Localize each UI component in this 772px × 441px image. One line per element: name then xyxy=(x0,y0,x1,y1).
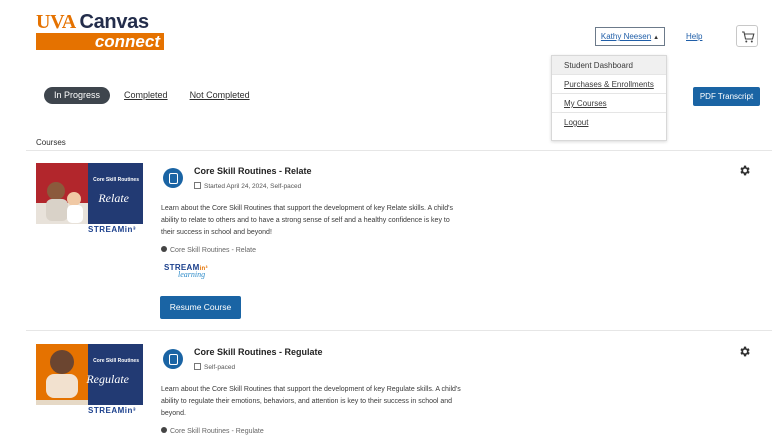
tab-not-completed[interactable]: Not Completed xyxy=(190,90,250,100)
logo-wordmark: UVA Canvas xyxy=(36,12,166,32)
menu-item-student-dashboard[interactable]: Student Dashboard xyxy=(552,56,666,75)
menu-item-my-courses[interactable]: My Courses xyxy=(552,94,666,113)
section-label: Courses xyxy=(36,138,66,147)
resume-course-button[interactable]: Resume Course xyxy=(160,296,241,319)
menu-item-logout[interactable]: Logout xyxy=(552,113,666,132)
course-filter-tabs: In Progress Completed Not Completed xyxy=(44,86,250,104)
course-description: Learn about the Core Skill Routines that… xyxy=(161,205,454,236)
thumbnail-stream: STREAMin³ xyxy=(88,406,137,415)
course-meta-text: Self-paced xyxy=(204,364,236,371)
caret-up-icon: ▲ xyxy=(653,35,660,41)
course-meta-text: Started April 24, 2024, Self-paced xyxy=(204,183,302,190)
thumbnail-script: Relate xyxy=(98,191,129,205)
thumbnail-title: Core Skill Routines xyxy=(93,177,139,183)
logo-uva: UVA xyxy=(36,11,75,33)
divider xyxy=(26,330,772,331)
course-thumbnail[interactable]: Core Skill Routines Relate STREAMin³ xyxy=(36,163,143,236)
bullet-icon xyxy=(161,427,167,433)
logo-canvas: Canvas xyxy=(79,11,149,33)
logo-learning: learning xyxy=(178,270,206,279)
gear-icon[interactable] xyxy=(738,164,751,177)
thumbnail-stream: STREAMin³ xyxy=(88,225,137,234)
course-tag-text: Core Skill Routines - Relate xyxy=(170,247,256,254)
thumbnail-title: Core Skill Routines xyxy=(93,358,139,364)
course-tag: Core Skill Routines - Regulate xyxy=(161,427,264,435)
course-meta: Self-paced xyxy=(194,363,235,371)
cart-icon xyxy=(742,31,755,43)
course-icon xyxy=(163,349,183,369)
tab-in-progress[interactable]: In Progress xyxy=(44,86,111,104)
logo-connect: connect xyxy=(36,33,164,50)
pdf-transcript-button[interactable]: PDF Transcript xyxy=(693,87,760,106)
uva-canvas-connect-logo[interactable]: UVA Canvas connect xyxy=(36,12,166,50)
streamin-learning-logo: STREAMin³ learning xyxy=(164,263,224,287)
thumbnail-script: Regulate xyxy=(86,372,129,386)
divider xyxy=(26,150,772,151)
user-name: Kathy Neesen xyxy=(600,32,652,41)
course-thumbnail[interactable]: Core Skill Routines Regulate STREAMin³ xyxy=(36,344,143,417)
cart-button[interactable] xyxy=(736,25,758,47)
calendar-icon xyxy=(194,363,201,370)
gear-icon[interactable] xyxy=(738,345,751,358)
user-menu-button[interactable]: Kathy Neesen ▲ xyxy=(595,27,665,46)
help-link[interactable]: Help xyxy=(686,32,702,41)
menu-item-purchases-enrollments[interactable]: Purchases & Enrollments xyxy=(552,75,666,94)
tab-completed[interactable]: Completed xyxy=(124,90,168,100)
course-title[interactable]: Core Skill Routines - Relate xyxy=(194,166,312,176)
course-meta: Started April 24, 2024, Self-paced xyxy=(194,182,301,190)
course-tag-text: Core Skill Routines - Regulate xyxy=(170,428,264,435)
course-title[interactable]: Core Skill Routines - Regulate xyxy=(194,347,323,357)
course-description: Learn about the Core Skill Routines that… xyxy=(161,386,461,417)
user-dropdown-menu: Student Dashboard Purchases & Enrollment… xyxy=(551,55,667,141)
calendar-icon xyxy=(194,182,201,189)
course-icon xyxy=(163,168,183,188)
bullet-icon xyxy=(161,246,167,252)
course-tag: Core Skill Routines - Relate xyxy=(161,246,256,254)
